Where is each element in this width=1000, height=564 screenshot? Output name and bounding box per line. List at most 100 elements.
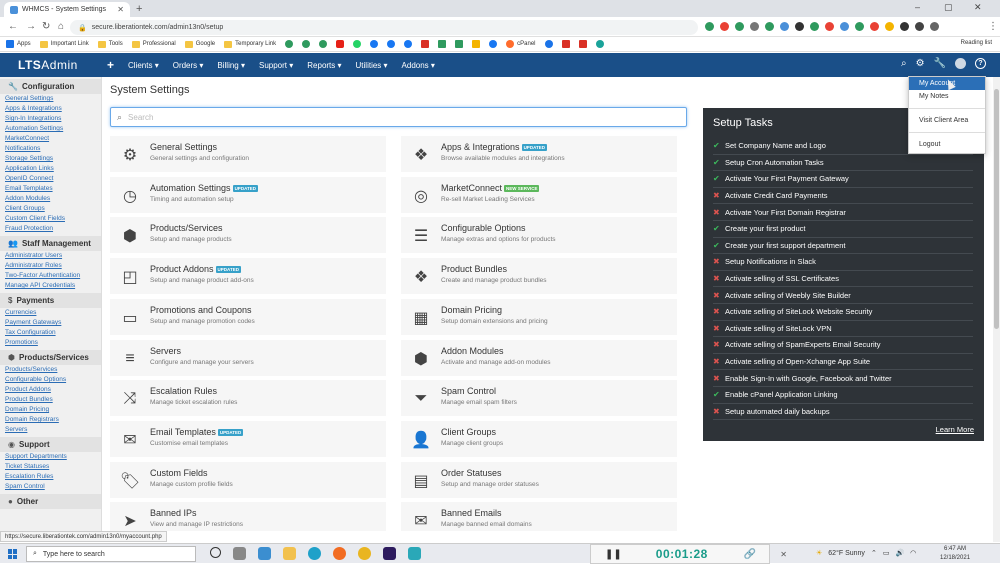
bookmark-item[interactable]: Apps	[6, 40, 31, 48]
sidebar-link[interactable]: Fraud Protection	[0, 224, 101, 234]
settings-card[interactable]: ≡ Servers Configure and manage your server…	[110, 339, 386, 376]
bookmark-item[interactable]: cPanel	[506, 40, 536, 48]
settings-card[interactable]: ◰ Product Addons UPDATED Setup and manage p…	[110, 258, 386, 295]
settings-card[interactable]: ✉ Banned Emails Manage banned email domain…	[401, 502, 677, 531]
sidebar-link[interactable]: Manage API Credentials	[0, 281, 101, 291]
puzzle-icon[interactable]	[915, 22, 924, 31]
settings-card[interactable]: ▦ Domain Pricing Setup domain extensions a…	[401, 298, 677, 335]
setup-task-item[interactable]: ✔ Create your first support department	[713, 238, 973, 255]
drive-icon[interactable]	[455, 40, 464, 48]
task-view-icon[interactable]	[233, 547, 246, 560]
my-notes-item[interactable]: My Notes	[909, 90, 985, 103]
settings-card[interactable]: 👤 Client Groups Manage client groups	[401, 420, 677, 457]
bookmark-icon[interactable]	[302, 40, 311, 48]
sidebar-link[interactable]: Apps & Integrations	[0, 104, 101, 114]
wrench-icon[interactable]: 🔧	[934, 58, 946, 69]
extension-icon[interactable]	[765, 22, 774, 31]
vertical-scrollbar[interactable]	[993, 77, 1000, 542]
drive-icon[interactable]	[472, 40, 481, 48]
network-icon[interactable]: ▭	[883, 549, 890, 557]
sidebar-link[interactable]: General Settings	[0, 94, 101, 104]
menu-addons[interactable]: Addons ▾	[402, 61, 435, 70]
sidebar-link[interactable]: Product Bundles	[0, 395, 101, 405]
bookmark-item[interactable]: Tools	[97, 40, 123, 48]
settings-card[interactable]: ▤ Order Statuses Setup and manage order st…	[401, 461, 677, 498]
file-explorer-icon[interactable]	[283, 547, 296, 560]
setup-task-item[interactable]: ✖ Activate Your First Domain Registrar	[713, 204, 973, 221]
setup-task-item[interactable]: ✖ Activate selling of SiteLock Website Se…	[713, 304, 973, 321]
windows-start-icon[interactable]	[8, 549, 18, 559]
close-window-icon[interactable]: ✕	[974, 2, 982, 13]
setup-task-item[interactable]: ✖ Setup automated daily backups	[713, 404, 973, 421]
extension-icon[interactable]	[780, 22, 789, 31]
setup-task-item[interactable]: ✔ Create your first product	[713, 221, 973, 238]
sidebar-link[interactable]: Ticket Statuses	[0, 462, 101, 472]
sidebar-link[interactable]: Payment Gateways	[0, 318, 101, 328]
extension-icon[interactable]	[855, 22, 864, 31]
extension-icon[interactable]	[735, 22, 744, 31]
bookmark-item[interactable]: Google	[184, 40, 215, 48]
setup-task-item[interactable]: ✖ Activate selling of SiteLock VPN	[713, 321, 973, 338]
settings-card[interactable]: ❖ Product Bundles Create and manage produc…	[401, 258, 677, 295]
premiere-icon[interactable]	[383, 547, 396, 560]
facebook-icon[interactable]	[370, 40, 379, 48]
menu-reports[interactable]: Reports ▾	[307, 61, 341, 70]
recorder-icon[interactable]	[408, 547, 421, 560]
sidebar-link[interactable]: Domain Registrars	[0, 415, 101, 425]
extension-icon[interactable]	[795, 22, 804, 31]
extension-icon[interactable]	[750, 22, 759, 31]
visit-client-area-item[interactable]: Visit Client Area	[909, 114, 985, 127]
facebook-icon[interactable]	[387, 40, 396, 48]
settings-card[interactable]: ⤨ Escalation Rules Manage ticket escalatio…	[110, 380, 386, 417]
learn-more-link[interactable]: Learn More	[936, 425, 974, 434]
gmail-icon[interactable]	[421, 40, 430, 48]
setup-task-item[interactable]: ✔ Setup Cron Automation Tasks	[713, 155, 973, 172]
sidebar-link[interactable]: Sign-In Integrations	[0, 114, 101, 124]
settings-card[interactable]: ◎ MarketConnect NEW SERVICE Re-sell Market …	[401, 176, 677, 213]
system-clock[interactable]: 6:47 AM 12/18/2021	[940, 545, 970, 563]
settings-card[interactable]: 🏷 Custom Fields Manage custom profile fiel…	[110, 461, 386, 498]
search-icon[interactable]: ⌕	[901, 58, 907, 69]
sidebar-link[interactable]: Notifications	[0, 144, 101, 154]
extension-icon[interactable]	[825, 22, 834, 31]
link-icon[interactable]: 🔗	[744, 549, 756, 560]
sidebar-link[interactable]: OpenID Connect	[0, 174, 101, 184]
extension-icon[interactable]	[705, 22, 714, 31]
menu-utilities[interactable]: Utilities ▾	[356, 61, 388, 70]
forward-icon[interactable]: →	[26, 21, 36, 32]
help-icon[interactable]: ?	[975, 58, 986, 69]
sidebar-link[interactable]: Application Links	[0, 164, 101, 174]
calculator-icon[interactable]	[258, 547, 271, 560]
settings-card[interactable]: ⏷ Spam Control Manage email spam filters	[401, 380, 677, 417]
settings-card[interactable]: ⚙ General Settings General settings and co…	[110, 136, 386, 172]
sidebar-link[interactable]: Currencies	[0, 308, 101, 318]
menu-billing[interactable]: Billing ▾	[217, 61, 245, 70]
youtube-icon[interactable]	[336, 40, 345, 48]
reload-icon[interactable]: ↻	[42, 21, 50, 32]
sidebar-link[interactable]: Servers	[0, 425, 101, 435]
settings-card[interactable]: ▭ Promotions and Coupons Setup and manage …	[110, 298, 386, 335]
extension-icon[interactable]	[870, 22, 879, 31]
sidebar-link[interactable]: Administrator Users	[0, 251, 101, 261]
setup-task-item[interactable]: ✖ Activate Credit Card Payments	[713, 188, 973, 205]
logo[interactable]: LTSAdmin	[18, 58, 78, 72]
sidebar-link[interactable]: Products/Services	[0, 365, 101, 375]
firefox-icon[interactable]	[333, 547, 346, 560]
sidebar-link[interactable]: Addon Modules	[0, 194, 101, 204]
sidebar-link[interactable]: Automation Settings	[0, 124, 101, 134]
facebook-icon[interactable]	[404, 40, 413, 48]
sidebar-link[interactable]: Spam Control	[0, 482, 101, 492]
edge-icon[interactable]	[308, 547, 321, 560]
pause-icon[interactable]: ❚❚	[605, 549, 622, 560]
extension-icon[interactable]	[885, 22, 894, 31]
bookmark-icon[interactable]	[544, 40, 553, 48]
settings-card[interactable]: ❖ Apps & Integrations UPDATED Browse availa…	[401, 136, 677, 172]
search-input[interactable]: ⌕ Search	[110, 107, 687, 127]
bookmark-item[interactable]: Important Link	[39, 40, 89, 48]
setup-task-item[interactable]: ✖ Activate selling of SSL Certificates	[713, 271, 973, 288]
bookmark-item[interactable]: Temporary Link	[224, 40, 276, 48]
bookmark-item[interactable]: Professional	[131, 40, 176, 48]
close-icon[interactable]: ✕	[780, 550, 787, 559]
scrollbar-thumb[interactable]	[994, 89, 999, 329]
reading-list-button[interactable]: Reading list	[961, 40, 992, 46]
